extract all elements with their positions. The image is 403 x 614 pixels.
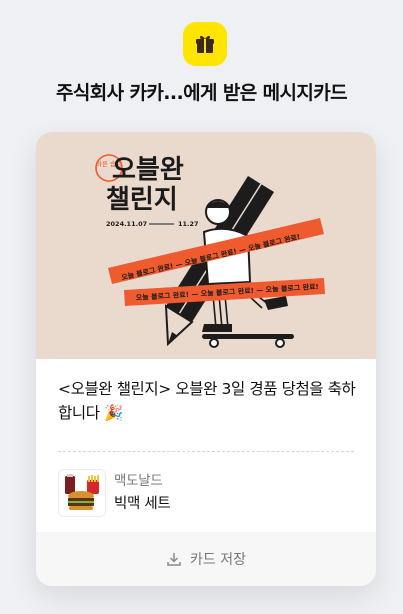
page-title: 주식회사 카카...에게 받은 메시지카드	[55, 82, 348, 104]
message-card: 바른 습관 오블완 챌린지 2024.11.07 11.27 오늘 블로그 완료…	[36, 132, 376, 586]
save-card-label: 카드 저장	[190, 552, 246, 568]
product-brand: 맥도날드	[114, 473, 163, 489]
challenge-illustration: 바른 습관 오블완 챌린지 2024.11.07 11.27 오늘 블로그 완료…	[95, 154, 325, 348]
banner-date-start: 2024.11.07	[106, 220, 147, 228]
save-card-button[interactable]: 카드 저장	[36, 532, 376, 586]
app-icon	[183, 22, 227, 66]
card-message: <오블완 챌린지> 오블완 3일 경품 당첨을 축하합니다 🎉	[58, 380, 356, 422]
bigmac-set-image	[65, 474, 99, 510]
dashed-divider	[58, 451, 354, 452]
product-thumbnail	[58, 469, 106, 517]
banner-date-end: 11.27	[178, 220, 199, 228]
banner-title-line1: 오블완	[112, 155, 184, 185]
download-icon	[167, 553, 181, 566]
product-name: 빅맥 세트	[114, 496, 171, 512]
challenge-banner: 바른 습관 오블완 챌린지 2024.11.07 11.27 오늘 블로그 완료…	[36, 132, 376, 359]
gift-box-icon	[196, 35, 214, 53]
banner-title-line2: 챌린지	[106, 185, 178, 215]
